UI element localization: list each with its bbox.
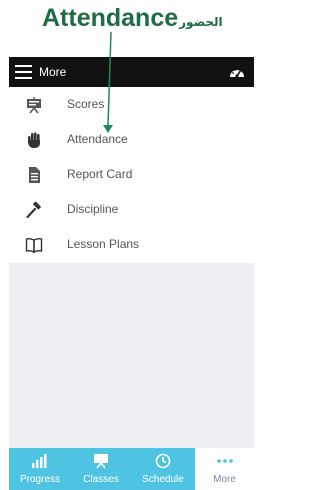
menu-item-attendance[interactable]: Attendance xyxy=(9,122,254,157)
menu-item-lesson-plans[interactable]: Lesson Plans xyxy=(9,227,254,262)
annotation-callout: Attendanceالحضور xyxy=(0,0,263,50)
app-screen: More Scores Attendance Report Card Disci… xyxy=(9,57,254,490)
tab-label: More xyxy=(213,474,236,485)
annotation-title: Attendanceالحضور xyxy=(42,4,223,33)
more-dots-icon xyxy=(216,459,233,463)
menu-item-report-card[interactable]: Report Card xyxy=(9,157,254,192)
tab-label: Classes xyxy=(83,474,119,485)
document-icon xyxy=(29,167,40,183)
more-menu-list: Scores Attendance Report Card Discipline… xyxy=(9,87,254,263)
tab-progress[interactable]: Progress xyxy=(9,448,71,490)
open-book-icon xyxy=(25,237,43,254)
menu-item-label: Report Card xyxy=(67,167,133,181)
tab-classes[interactable]: Classes xyxy=(71,448,131,490)
classes-board-icon xyxy=(94,454,108,469)
menu-item-label: Lesson Plans xyxy=(67,237,140,251)
gauge-icon[interactable] xyxy=(228,64,246,80)
presentation-board-icon xyxy=(27,97,41,114)
tab-label: Schedule xyxy=(142,474,184,485)
hamburger-menu-icon[interactable] xyxy=(15,65,32,79)
progress-chart-icon xyxy=(32,454,47,468)
clock-icon xyxy=(155,453,171,469)
tab-schedule[interactable]: Schedule xyxy=(131,448,195,490)
menu-item-scores[interactable]: Scores xyxy=(9,87,254,122)
page-title: More xyxy=(39,65,67,79)
menu-item-label: Attendance xyxy=(67,132,128,146)
annotation-arabic-label: الحضور xyxy=(179,15,223,29)
top-app-bar: More xyxy=(9,57,254,87)
hand-icon xyxy=(28,132,40,148)
menu-item-discipline[interactable]: Discipline xyxy=(9,192,254,227)
tab-more[interactable]: More xyxy=(195,448,254,490)
tab-label: Progress xyxy=(19,474,60,485)
bottom-tab-bar: Progress Classes Schedule More xyxy=(9,448,254,490)
annotation-english-label: Attendance xyxy=(42,4,179,32)
gavel-icon xyxy=(26,201,41,219)
menu-item-label: Discipline xyxy=(67,202,119,216)
menu-item-label: Scores xyxy=(67,97,105,111)
